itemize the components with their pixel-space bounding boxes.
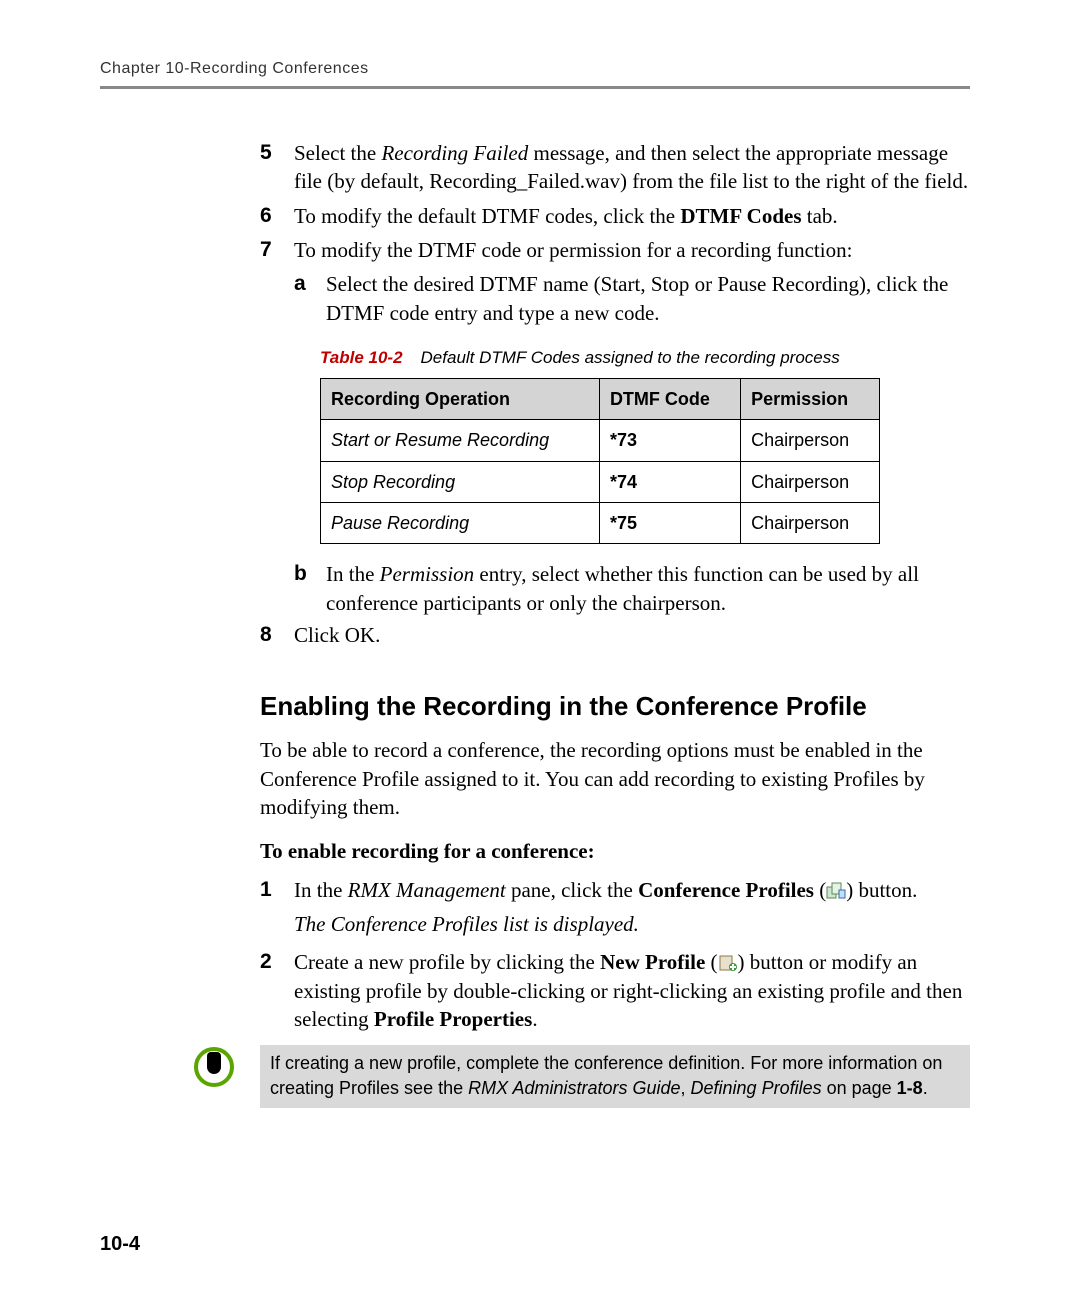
step-text: To modify the DTMF code or permission fo… xyxy=(294,236,852,264)
section-title: Enabling the Recording in the Conference… xyxy=(260,689,970,724)
step-number: 2 xyxy=(260,948,294,1033)
substep-letter: b xyxy=(294,560,326,617)
step-text: Select the Recording Failed message, and… xyxy=(294,139,970,196)
procedure-lead: To enable recording for a conference: xyxy=(260,837,970,865)
conference-profiles-icon xyxy=(826,879,846,897)
step-7a: a Select the desired DTMF name (Start, S… xyxy=(294,270,970,327)
step-5: 5 Select the Recording Failed message, a… xyxy=(260,139,970,196)
enable-step-2: 2 Create a new profile by clicking the N… xyxy=(260,948,970,1033)
step-1-result: The Conference Profiles list is displaye… xyxy=(294,910,970,938)
substep-text: Select the desired DTMF name (Start, Sto… xyxy=(326,270,970,327)
note-block: If creating a new profile, complete the … xyxy=(194,1045,970,1108)
section-intro: To be able to record a conference, the r… xyxy=(260,736,970,821)
step-text: To modify the default DTMF codes, click … xyxy=(294,202,838,230)
table-row: Stop Recording *74 Chairperson xyxy=(321,461,880,502)
step-text: Click OK. xyxy=(294,621,380,649)
table-label: Table 10-2 xyxy=(320,348,403,367)
enable-step-1: 1 In the RMX Management pane, click the … xyxy=(260,876,970,904)
step-number: 7 xyxy=(260,236,294,264)
step-text: Create a new profile by clicking the New… xyxy=(294,948,970,1033)
dtmf-table: Recording Operation DTMF Code Permission… xyxy=(320,378,880,544)
col-perm: Permission xyxy=(741,379,880,420)
tip-icon xyxy=(194,1045,234,1089)
page-number: 10-4 xyxy=(100,1233,140,1256)
body-content: 5 Select the Recording Failed message, a… xyxy=(260,139,970,1108)
header-rule xyxy=(100,86,970,89)
step-8: 8 Click OK. xyxy=(260,621,970,649)
table-header-row: Recording Operation DTMF Code Permission xyxy=(321,379,880,420)
step-7: 7 To modify the DTMF code or permission … xyxy=(260,236,970,264)
table-row: Pause Recording *75 Chairperson xyxy=(321,502,880,543)
step-6: 6 To modify the default DTMF codes, clic… xyxy=(260,202,970,230)
note-text: If creating a new profile, complete the … xyxy=(260,1045,970,1108)
step-number: 6 xyxy=(260,202,294,230)
step-number: 5 xyxy=(260,139,294,196)
substep-text: In the Permission entry, select whether … xyxy=(326,560,970,617)
table-row: Start or Resume Recording *73 Chairperso… xyxy=(321,420,880,461)
step-number: 1 xyxy=(260,876,294,904)
step-7b: b In the Permission entry, select whethe… xyxy=(294,560,970,617)
col-code: DTMF Code xyxy=(599,379,740,420)
step-text: In the RMX Management pane, click the Co… xyxy=(294,876,917,904)
table-caption-text: Default DTMF Codes assigned to the recor… xyxy=(421,348,840,367)
table-caption: Table 10-2 Default DTMF Codes assigned to… xyxy=(320,347,970,370)
col-op: Recording Operation xyxy=(321,379,600,420)
running-header: Chapter 10-Recording Conferences xyxy=(100,60,970,78)
step-number: 8 xyxy=(260,621,294,649)
substep-letter: a xyxy=(294,270,326,327)
new-profile-icon xyxy=(718,951,738,969)
document-page: Chapter 10-Recording Conferences 5 Selec… xyxy=(0,0,1080,1306)
